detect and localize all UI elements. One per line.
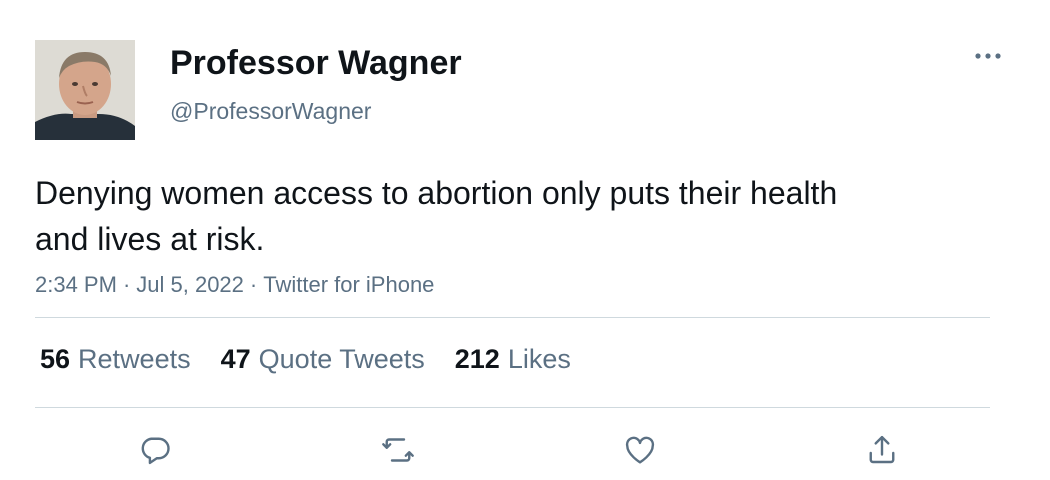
tweet-text: Denying women access to abortion only pu… bbox=[35, 175, 838, 257]
heart-icon bbox=[625, 436, 655, 464]
retweet-button[interactable] bbox=[376, 428, 420, 472]
share-button[interactable] bbox=[860, 428, 904, 472]
retweets-count: 56 bbox=[40, 344, 71, 374]
reply-icon bbox=[141, 437, 170, 465]
quote-tweets-stat[interactable]: 47 Quote Tweets bbox=[221, 341, 425, 377]
more-icon bbox=[975, 53, 1001, 59]
tweet-date[interactable]: Jul 5, 2022 bbox=[136, 272, 244, 297]
quote-tweets-count: 47 bbox=[220, 344, 251, 374]
tweet-time[interactable]: 2:34 PM bbox=[35, 272, 117, 297]
divider bbox=[35, 407, 990, 408]
author-handle[interactable]: @ProfessorWagner bbox=[170, 96, 371, 126]
retweets-label: Retweets bbox=[78, 344, 191, 374]
divider bbox=[35, 317, 990, 318]
tweet-stats: 56 Retweets 47 Quote Tweets 212 Likes bbox=[40, 341, 601, 377]
likes-stat[interactable]: 212 Likes bbox=[455, 341, 571, 377]
likes-count: 212 bbox=[454, 344, 500, 374]
retweets-stat[interactable]: 56 Retweets bbox=[40, 341, 191, 377]
tweet-source[interactable]: Twitter for iPhone bbox=[263, 272, 434, 297]
like-button[interactable] bbox=[618, 428, 662, 472]
meta-separator: · bbox=[249, 272, 258, 297]
tweet-metadata: 2:34 PM · Jul 5, 2022 · Twitter for iPhone bbox=[35, 270, 434, 300]
meta-separator: · bbox=[122, 272, 131, 297]
share-icon bbox=[869, 435, 895, 464]
reply-button[interactable] bbox=[133, 428, 177, 472]
retweet-icon bbox=[382, 438, 414, 462]
avatar[interactable] bbox=[35, 40, 135, 140]
author-display-name[interactable]: Professor Wagner bbox=[170, 42, 462, 84]
likes-label: Likes bbox=[507, 344, 571, 374]
more-options-button[interactable] bbox=[968, 42, 1008, 70]
user-avatar-photo-icon bbox=[35, 40, 135, 140]
quote-tweets-label: Quote Tweets bbox=[258, 344, 425, 374]
